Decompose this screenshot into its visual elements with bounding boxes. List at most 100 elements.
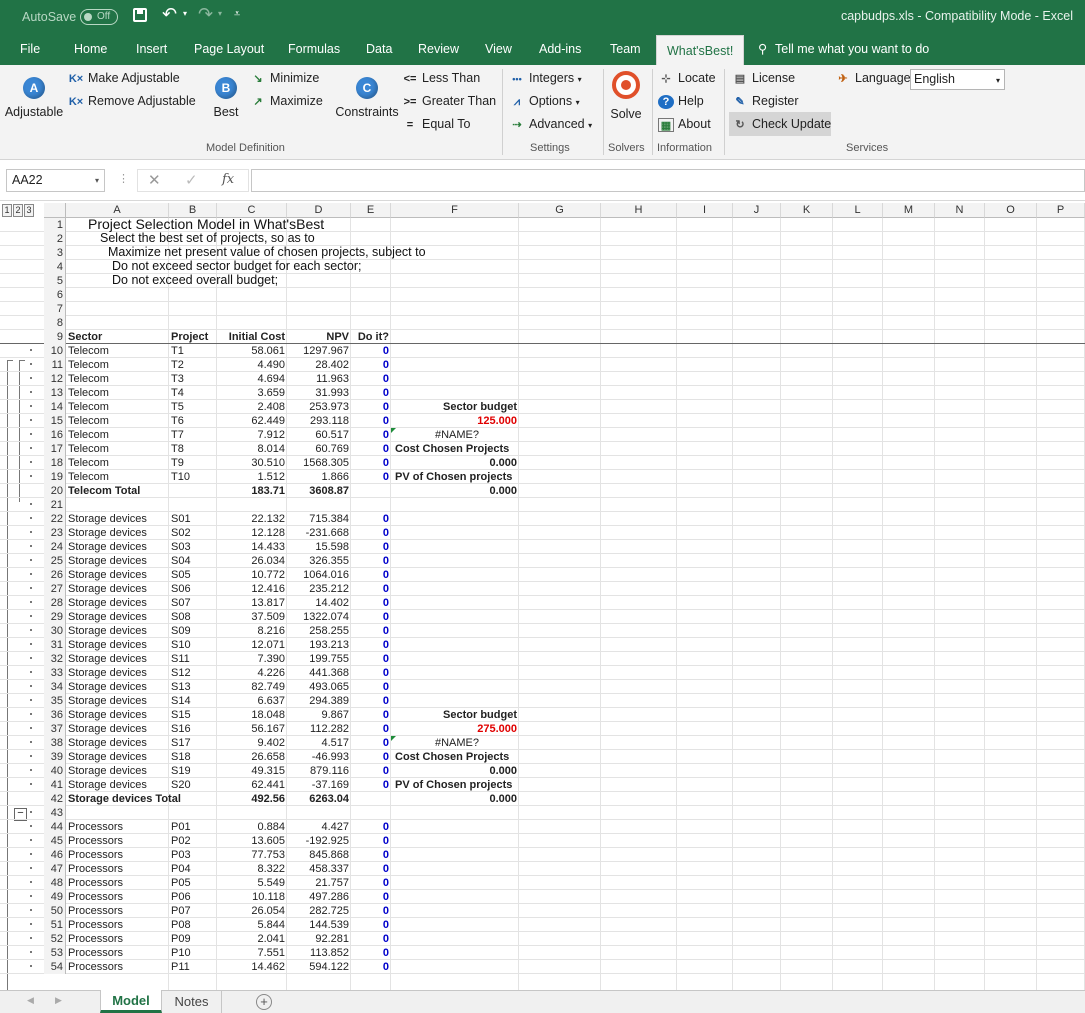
row-header[interactable]: 26 (44, 568, 66, 582)
cell-npv[interactable]: 11.963 (316, 372, 349, 386)
row-header[interactable]: 22 (44, 512, 66, 526)
cell-sector[interactable]: Telecom (68, 344, 109, 358)
cell-project[interactable]: S14 (171, 694, 191, 708)
cell-do-it[interactable]: 0 (383, 904, 389, 918)
cell-project[interactable]: T6 (171, 414, 184, 428)
cell-sector[interactable]: Storage devices (68, 666, 147, 680)
cell-project[interactable]: S08 (171, 610, 191, 624)
undo-icon[interactable]: ↶ (162, 4, 177, 25)
row-header[interactable]: 45 (44, 834, 66, 848)
cell-project[interactable]: T4 (171, 386, 184, 400)
row-header[interactable]: 7 (44, 302, 66, 316)
save-icon[interactable] (133, 8, 147, 22)
row-header[interactable]: 19 (44, 470, 66, 484)
cell-project[interactable]: S02 (171, 526, 191, 540)
customize-toolbar-icon[interactable]: ⩡ (234, 8, 240, 21)
cell-project[interactable]: P06 (171, 890, 191, 904)
row-header[interactable]: 4 (44, 260, 66, 274)
cell-sector[interactable]: Storage devices (68, 596, 147, 610)
cell-do-it[interactable]: 0 (383, 344, 389, 358)
row-header[interactable]: 44 (44, 820, 66, 834)
help-button[interactable]: ? Help (658, 94, 704, 109)
row-header[interactable]: 31 (44, 638, 66, 652)
cell-initial-cost[interactable]: 22.132 (251, 512, 285, 526)
cell-do-it[interactable]: 0 (383, 834, 389, 848)
cell-do-it[interactable]: 0 (383, 736, 389, 750)
row-header[interactable]: 16 (44, 428, 66, 442)
less-than-button[interactable]: <= Less Than (402, 71, 481, 86)
row-header[interactable]: 47 (44, 862, 66, 876)
row-header[interactable]: 41 (44, 778, 66, 792)
row-header[interactable]: 8 (44, 316, 66, 330)
sheet-tab-model[interactable]: Model (100, 990, 162, 1013)
column-header-i[interactable]: I (677, 203, 733, 218)
cell-initial-cost[interactable]: 18.048 (251, 708, 285, 722)
cell-initial-cost[interactable]: 14.433 (251, 540, 285, 554)
cell-initial-cost[interactable]: 12.071 (251, 638, 285, 652)
check-update-button[interactable]: ↻ Check Update (729, 112, 831, 136)
row-header[interactable]: 10 (44, 344, 66, 358)
cell-initial-cost[interactable]: 1.512 (257, 470, 285, 484)
cell-npv[interactable]: NPV (326, 330, 349, 344)
column-header-n[interactable]: N (935, 203, 985, 218)
cell-npv[interactable]: 1322.074 (303, 610, 349, 624)
cell-npv[interactable]: 253.973 (309, 400, 349, 414)
cell-do-it[interactable]: 0 (383, 848, 389, 862)
cell-initial-cost[interactable]: 58.061 (251, 344, 285, 358)
cell-summary[interactable]: 0.000 (489, 456, 517, 470)
cell-sector[interactable]: Processors (68, 932, 123, 946)
cell-initial-cost[interactable]: 0.884 (257, 820, 285, 834)
cell-do-it[interactable]: 0 (383, 708, 389, 722)
row-header[interactable]: 37 (44, 722, 66, 736)
row-header[interactable]: 34 (44, 680, 66, 694)
tab-formulas[interactable]: Formulas (288, 33, 340, 65)
column-header-f[interactable]: F (391, 203, 519, 218)
row-header[interactable]: 38 (44, 736, 66, 750)
cell-sector[interactable]: Storage devices Total (68, 792, 181, 806)
cell-sector[interactable]: Telecom (68, 470, 109, 484)
cell-npv[interactable]: 594.122 (309, 960, 349, 974)
row-header[interactable]: 49 (44, 890, 66, 904)
cell-initial-cost[interactable]: 9.402 (257, 736, 285, 750)
outline-level-3[interactable]: 3 (24, 204, 34, 217)
cell-npv[interactable]: 441.368 (309, 666, 349, 680)
enter-icon[interactable]: ✓ (185, 171, 198, 189)
solve-button[interactable]: Solve (606, 71, 646, 121)
cell-sector[interactable]: Storage devices (68, 554, 147, 568)
cell-sector[interactable]: Storage devices (68, 708, 147, 722)
row-header[interactable]: 1 (44, 218, 66, 232)
cell-do-it[interactable]: 0 (383, 890, 389, 904)
cell-do-it[interactable]: 0 (383, 540, 389, 554)
cell-project[interactable]: S09 (171, 624, 191, 638)
cell-summary[interactable]: 0.000 (489, 764, 517, 778)
cell-npv[interactable]: 4.517 (321, 736, 349, 750)
cell-summary[interactable]: Cost Chosen Projects (391, 442, 519, 456)
cell-project[interactable]: P02 (171, 834, 191, 848)
row-header[interactable]: 27 (44, 582, 66, 596)
row-header[interactable]: 21 (44, 498, 66, 512)
cell-project[interactable]: S11 (171, 652, 190, 666)
insert-function-icon[interactable]: fx (222, 172, 234, 187)
cell-do-it[interactable]: 0 (383, 820, 389, 834)
cell-initial-cost[interactable]: 4.694 (257, 372, 285, 386)
cell-npv[interactable]: 9.867 (321, 708, 349, 722)
cell-project[interactable]: P07 (171, 904, 191, 918)
row-header[interactable]: 6 (44, 288, 66, 302)
tell-me-box[interactable]: Tell me what you want to do (775, 33, 929, 65)
autosave-toggle[interactable]: Off (80, 9, 118, 25)
cell-do-it[interactable]: 0 (383, 862, 389, 876)
cell-sector[interactable]: Storage devices (68, 610, 147, 624)
cell-npv[interactable]: 1297.967 (303, 344, 349, 358)
cell-initial-cost[interactable]: 2.041 (257, 932, 285, 946)
cell-sector[interactable]: Storage devices (68, 722, 147, 736)
cell-project[interactable]: T5 (171, 400, 184, 414)
title-text[interactable]: Do not exceed overall budget; (112, 273, 278, 287)
sheet-tab-notes[interactable]: Notes (162, 991, 222, 1013)
cell-sector[interactable]: Processors (68, 890, 123, 904)
cell-project[interactable]: P03 (171, 848, 191, 862)
cell-initial-cost[interactable]: 82.749 (251, 680, 285, 694)
cell-project[interactable]: S12 (171, 666, 191, 680)
cell-initial-cost[interactable]: 3.659 (257, 386, 285, 400)
tab-file[interactable]: File (20, 33, 40, 65)
cell-summary[interactable]: #NAME? (435, 736, 479, 750)
